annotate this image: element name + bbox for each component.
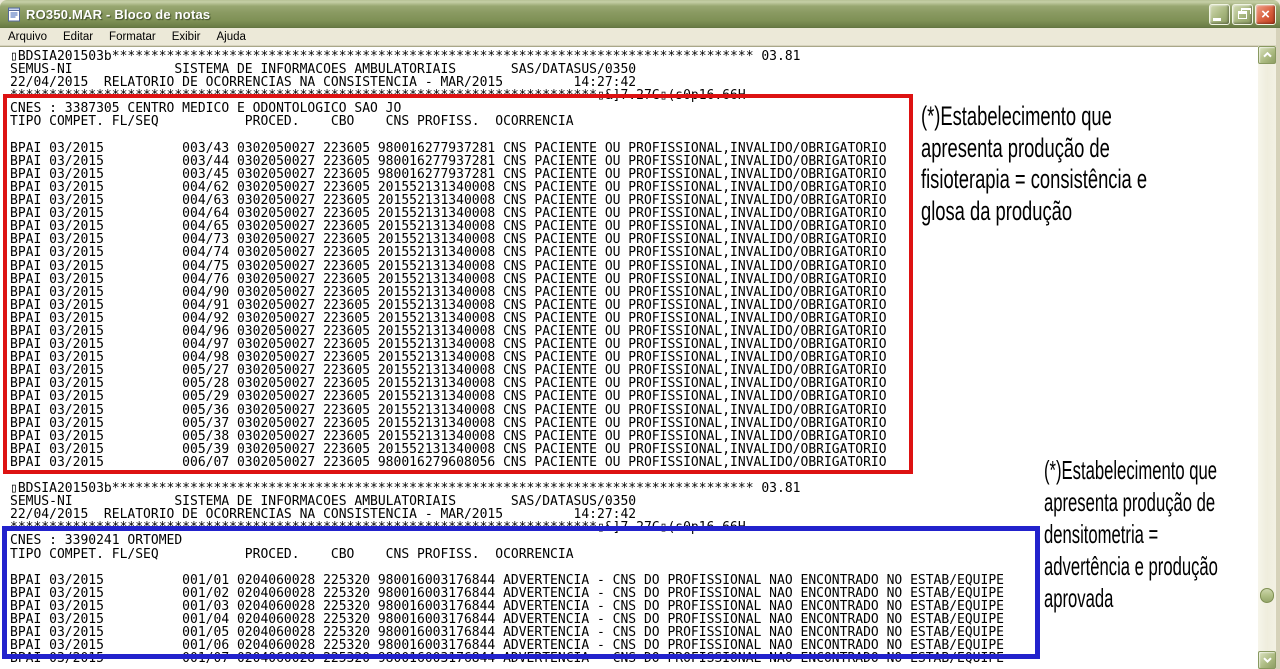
chevron-up-icon xyxy=(1263,52,1272,58)
menu-item-arquivo[interactable]: Arquivo xyxy=(0,30,55,44)
minimize-icon xyxy=(1213,18,1221,21)
window-controls: × xyxy=(1209,4,1276,25)
notepad-icon xyxy=(6,6,22,22)
notepad-window: RO350.MAR - Bloco de notas × ArquivoEdit… xyxy=(0,0,1280,669)
vertical-scrollbar[interactable] xyxy=(1258,46,1276,669)
menu-item-ajuda[interactable]: Ajuda xyxy=(208,30,253,44)
menu-bar: ArquivoEditarFormatarExibirAjuda xyxy=(0,28,1280,46)
close-icon: × xyxy=(1261,7,1270,22)
scrollbar-thumb[interactable] xyxy=(1260,588,1274,603)
window-border-right xyxy=(1276,28,1280,669)
menu-item-exibir[interactable]: Exibir xyxy=(164,30,209,44)
scroll-up-button[interactable] xyxy=(1258,46,1276,64)
restore-button[interactable] xyxy=(1232,4,1253,25)
restore-icon xyxy=(1238,11,1247,19)
window-title: RO350.MAR - Bloco de notas xyxy=(26,7,210,22)
close-button[interactable]: × xyxy=(1255,4,1276,25)
menu-item-editar[interactable]: Editar xyxy=(55,30,101,44)
scroll-down-button[interactable] xyxy=(1258,651,1276,669)
text-editor-area[interactable]: ▯BDSIA201503b***************************… xyxy=(0,46,1258,669)
menu-item-formatar[interactable]: Formatar xyxy=(101,30,164,44)
minimize-button[interactable] xyxy=(1209,4,1230,25)
title-bar[interactable]: RO350.MAR - Bloco de notas × xyxy=(0,0,1280,28)
report-text[interactable]: ▯BDSIA201503b***************************… xyxy=(10,50,1004,665)
chevron-down-icon xyxy=(1263,657,1272,663)
